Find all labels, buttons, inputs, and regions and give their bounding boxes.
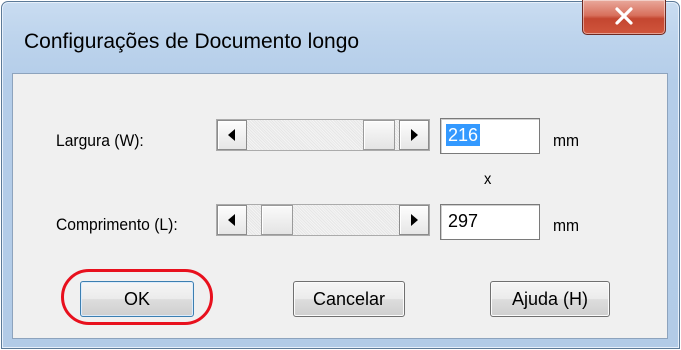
length-scroll-thumb[interactable] [261,205,293,235]
separator-x: x [484,171,492,188]
length-scroll-right-button[interactable] [399,205,429,235]
length-label: Comprimento (L): [56,215,178,234]
arrow-right-icon [411,214,418,226]
width-value: 216 [446,124,481,146]
length-unit: mm [553,216,580,235]
width-scrollbar[interactable] [216,119,430,151]
width-scroll-right-button[interactable] [399,120,429,150]
close-button[interactable] [582,0,666,35]
arrow-left-icon [228,129,235,141]
help-button[interactable]: Ajuda (H) [490,281,610,317]
width-unit: mm [553,131,580,150]
width-scroll-left-button[interactable] [217,120,247,150]
arrow-left-icon [228,214,235,226]
cancel-button[interactable]: Cancelar [293,281,405,317]
width-label: Largura (W): [56,131,144,150]
length-scrollbar[interactable] [216,204,430,236]
width-scroll-thumb[interactable] [363,120,395,150]
width-input[interactable]: 216 [440,118,540,154]
length-input[interactable]: 297 [440,204,540,240]
highlight-circle [61,269,213,325]
length-value: 297 [448,211,479,231]
length-scroll-left-button[interactable] [217,205,247,235]
dialog-title: Configurações de Documento longo [24,30,360,53]
close-icon [615,7,633,25]
arrow-right-icon [411,129,418,141]
